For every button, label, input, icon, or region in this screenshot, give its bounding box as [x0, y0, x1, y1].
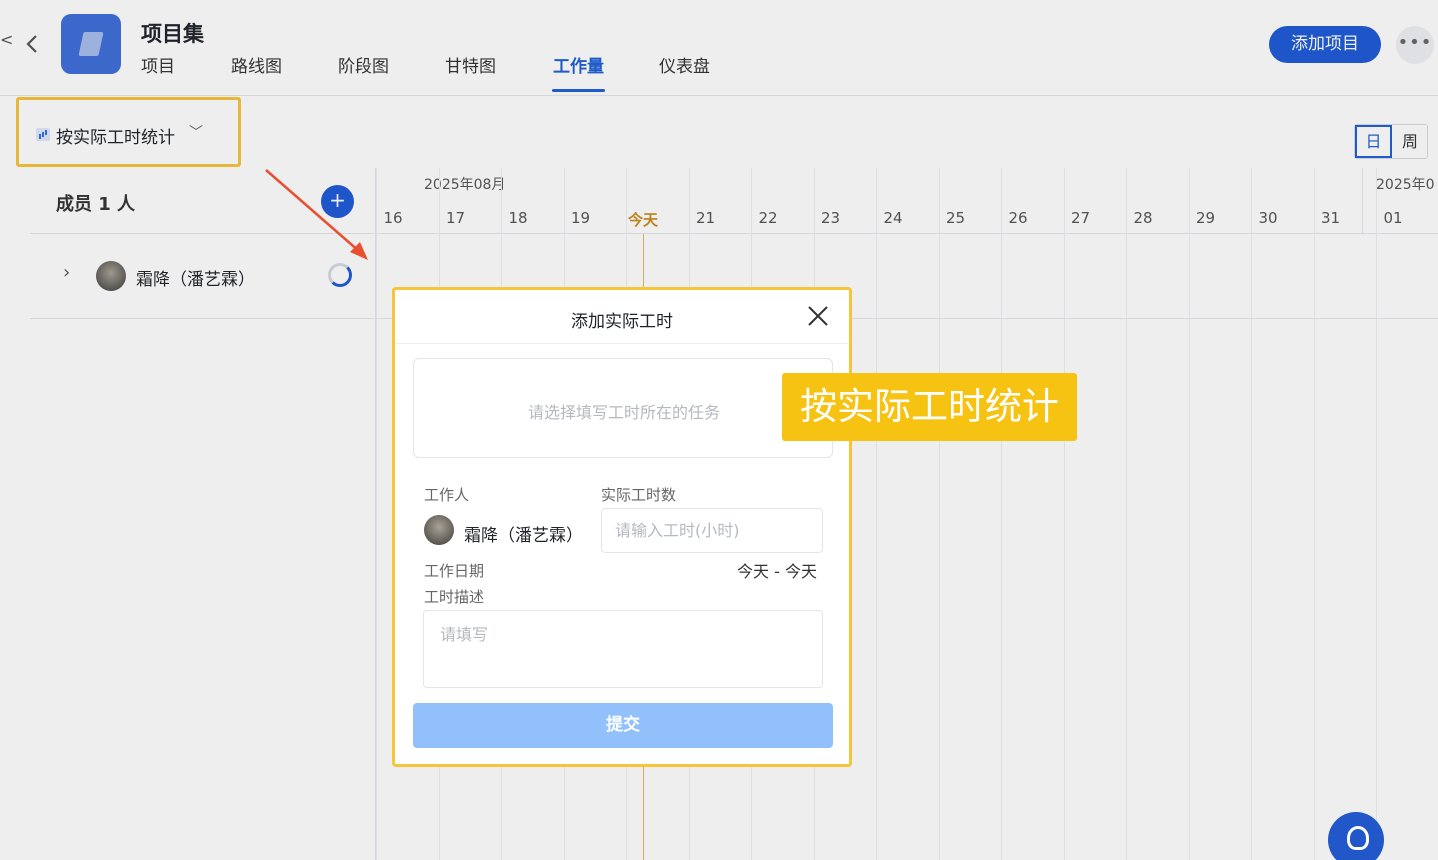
submit-button[interactable]: 提交 [413, 703, 833, 748]
date-range-picker[interactable]: 今天 - 今天 [737, 558, 817, 582]
add-actual-hours-dialog: 添加实际工时 请选择填写工时所在的任务 工作人 实际工时数 霜降（潘艺霖） 请输… [392, 287, 852, 767]
description-textarea[interactable]: 请填写 [423, 610, 823, 688]
workload-page: < 项目集 项目 路线图 阶段图 甘特图 工作量 仪表盘 添加项目 ••• 按实… [0, 0, 1438, 860]
dialog-title: 添加实际工时 [571, 312, 673, 332]
worker-name: 霜降（潘艺霖） [464, 526, 583, 546]
lightbulb-help-icon[interactable] [1328, 812, 1384, 860]
date-label: 工作日期 [424, 562, 485, 580]
annotation-callout: 按实际工时统计 [782, 373, 1077, 441]
dialog-header: 添加实际工时 [395, 290, 849, 344]
hours-label: 实际工时数 [601, 486, 677, 504]
task-select-placeholder: 请选择填写工时所在的任务 [527, 403, 720, 422]
hours-input[interactable]: 请输入工时(小时) [601, 508, 823, 553]
avatar [424, 515, 454, 545]
description-label: 工时描述 [424, 588, 485, 606]
worker-label: 工作人 [424, 486, 470, 504]
task-select-field[interactable]: 请选择填写工时所在的任务 [413, 358, 833, 458]
close-icon[interactable] [806, 304, 830, 328]
